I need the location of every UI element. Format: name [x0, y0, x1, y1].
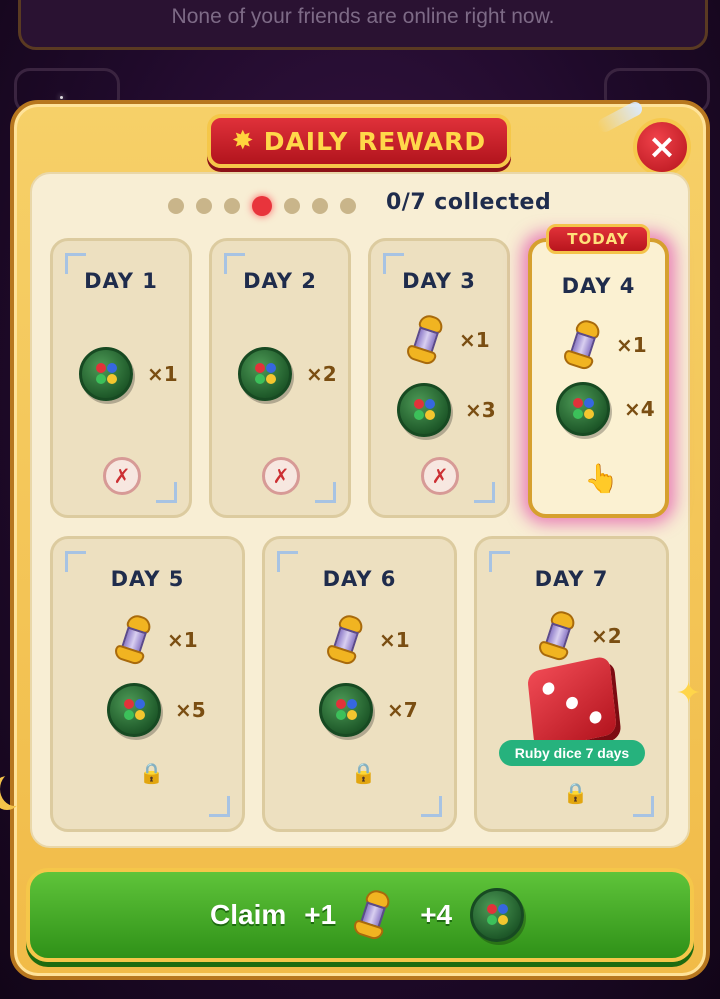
reward-qty: ×1: [147, 362, 178, 386]
lock-icon: 🔒: [351, 761, 376, 785]
missed-icon: ✗: [262, 457, 300, 495]
collected-count: 0/7 collected: [386, 190, 552, 215]
progress-dot: [196, 198, 212, 214]
friends-status-bar: None of your friends are online right no…: [18, 0, 708, 50]
progress-dot: [168, 198, 184, 214]
pawn-icon: [108, 610, 160, 669]
title-badge: ✸ DAILY REWARD: [207, 114, 511, 168]
moon-decoration: [0, 772, 30, 806]
reward-qty: ×4: [624, 397, 655, 421]
reward-chip: ×1: [79, 347, 178, 401]
progress-dot: [224, 198, 240, 214]
day-card-6[interactable]: DAY 6 ×1 ×7 🔒: [262, 536, 457, 832]
claim-chip-qty: +4: [420, 899, 453, 930]
reward-qty: ×5: [175, 698, 206, 722]
reward-qty: ×1: [167, 628, 198, 652]
reward-pawn: ×1: [561, 317, 647, 372]
day-label: DAY 4: [561, 274, 636, 298]
day-card-2[interactable]: DAY 2 ×2 ✗: [209, 238, 351, 518]
corner-decoration: [421, 796, 442, 817]
lock-icon: 🔒: [563, 781, 588, 805]
day-label: DAY 7: [534, 567, 609, 591]
sparkle-decoration: ✦: [676, 676, 702, 711]
day-card-4-today[interactable]: DAY 4 ×1 ×4 👆: [528, 238, 669, 518]
claim-button-content: Claim +1 +4: [210, 884, 525, 946]
reward-qty: ×3: [465, 398, 496, 422]
lock-icon: 🔒: [139, 761, 164, 785]
day-label: DAY 3: [402, 269, 476, 293]
ruby-dice-label: Ruby dice 7 days: [499, 740, 645, 766]
reward-chip: ×7: [319, 683, 418, 737]
claim-pawn-qty: +1: [304, 899, 337, 930]
corner-decoration: [209, 796, 230, 817]
reward-chip: ×5: [107, 683, 206, 737]
day-label: DAY 6: [322, 567, 397, 591]
corner-decoration: [474, 482, 495, 503]
close-button[interactable]: ×: [633, 118, 691, 176]
chip-icon: [107, 683, 161, 737]
corner-decoration: [156, 482, 177, 503]
day-card-3[interactable]: DAY 3 ×1 ×3 ✗: [368, 238, 510, 518]
pawn-icon: [347, 885, 399, 944]
day-label: DAY 1: [84, 269, 158, 293]
corner-decoration: [315, 482, 336, 503]
star-icon: ✸: [231, 126, 254, 156]
reward-qty: ×2: [591, 624, 622, 648]
chip-icon: [470, 888, 525, 942]
day-label: DAY 5: [110, 567, 185, 591]
reward-chip: ×4: [556, 382, 655, 436]
panel-title: DAILY REWARD: [263, 126, 487, 156]
reward-qty: ×1: [459, 328, 490, 352]
progress-dot-current: [252, 196, 272, 216]
reward-qty: ×1: [616, 333, 647, 357]
chip-icon: [397, 383, 451, 437]
corner-decoration: [633, 796, 654, 817]
pawn-icon: [400, 310, 452, 369]
reward-qty: ×2: [306, 362, 337, 386]
reward-pawn: ×1: [324, 612, 410, 667]
reward-qty: ×7: [387, 698, 418, 722]
progress-dots: [168, 196, 356, 216]
day-card-1[interactable]: DAY 1 ×1 ✗: [50, 238, 192, 518]
pointing-hand-icon: 👆: [584, 462, 619, 495]
chip-icon: [79, 347, 133, 401]
day-label: DAY 2: [243, 269, 317, 293]
reward-pawn: ×2: [536, 608, 622, 663]
friends-status-text: None of your friends are online right no…: [171, 5, 555, 28]
missed-icon: ✗: [421, 457, 459, 495]
today-badge: TODAY: [546, 224, 650, 254]
reward-qty: ×1: [379, 628, 410, 652]
reward-chip: ×3: [397, 383, 496, 437]
reward-pawn: ×1: [112, 612, 198, 667]
chip-icon: [319, 683, 373, 737]
day-card-5[interactable]: DAY 5 ×1 ×5 🔒: [50, 536, 245, 832]
chip-icon: [556, 382, 610, 436]
pawn-icon: [320, 610, 372, 669]
pawn-icon: [532, 606, 584, 665]
progress-dot: [340, 198, 356, 214]
claim-label: Claim: [210, 899, 287, 930]
progress-dot: [284, 198, 300, 214]
progress-dot: [312, 198, 328, 214]
chip-icon: [238, 347, 292, 401]
reward-chip: ×2: [238, 347, 337, 401]
pawn-icon: [557, 315, 609, 374]
reward-pawn: ×1: [404, 312, 490, 367]
missed-icon: ✗: [103, 457, 141, 495]
